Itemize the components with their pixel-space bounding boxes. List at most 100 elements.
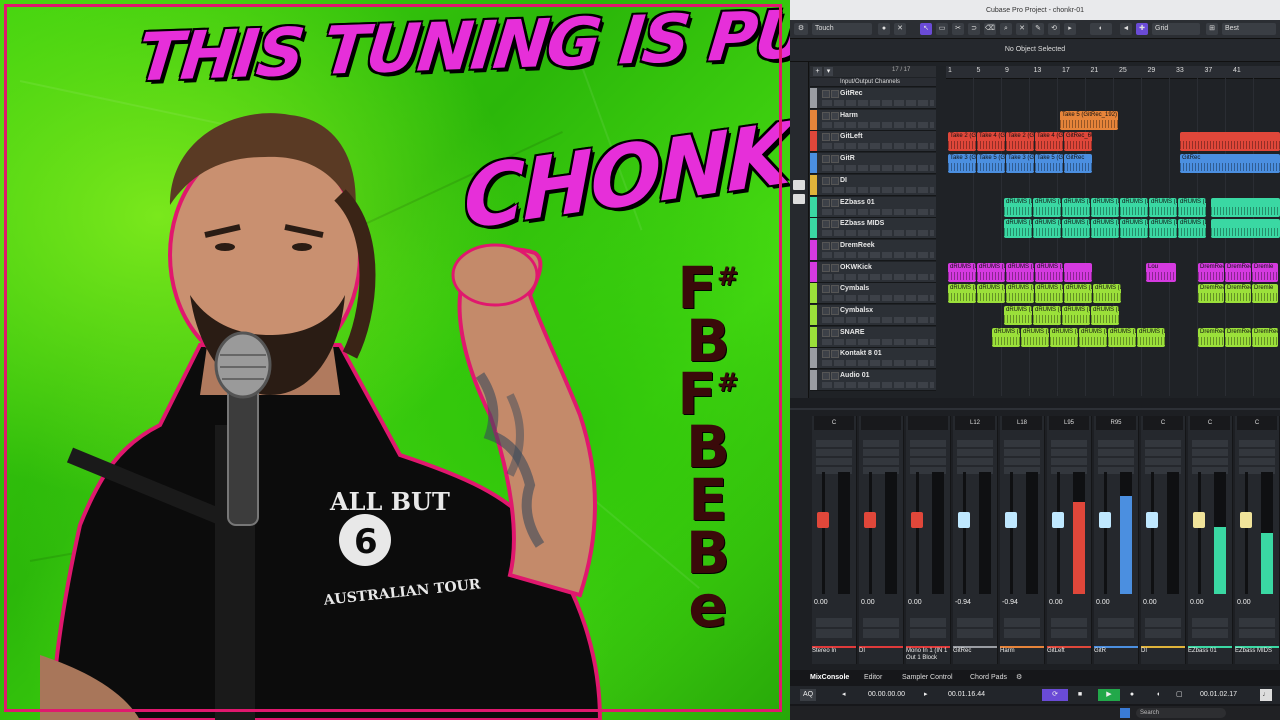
channel-strip[interactable]: C 0.00 EZbass 01 xyxy=(1188,416,1233,664)
channel-strip[interactable]: R95 0.00 GitR xyxy=(1094,416,1139,664)
pan-control[interactable] xyxy=(908,416,948,430)
cycle-button[interactable]: ⟳ xyxy=(1042,689,1068,701)
channel-buttons[interactable] xyxy=(816,616,852,638)
punch-icon[interactable]: ◖ xyxy=(1156,689,1160,701)
solo-button[interactable] xyxy=(831,198,839,207)
channel-buttons[interactable] xyxy=(1192,616,1228,638)
audio-event[interactable]: dRUMS (D) xyxy=(1050,327,1078,347)
volume-value[interactable]: 0.00 xyxy=(1237,599,1277,606)
track-cymbals[interactable]: Cymbals xyxy=(810,283,936,305)
solo-button[interactable] xyxy=(831,241,839,250)
track-controls[interactable] xyxy=(822,143,934,150)
solo-button[interactable] xyxy=(831,220,839,229)
channel-buttons[interactable] xyxy=(957,616,993,638)
fader-handle[interactable] xyxy=(1099,512,1111,528)
tab-sampler-control[interactable]: Sampler Control xyxy=(902,672,953,684)
fader-handle[interactable] xyxy=(958,512,970,528)
audio-event[interactable]: dRUMS (D) xyxy=(1093,284,1121,304)
pan-control[interactable]: L12 xyxy=(955,416,995,430)
audio-event[interactable]: Take 3 (G xyxy=(948,154,976,174)
audio-event[interactable]: Dremle xyxy=(1252,262,1278,282)
fader-handle[interactable] xyxy=(911,512,923,528)
audio-event[interactable]: dRUMS (D) xyxy=(977,284,1005,304)
track-ezbass-01[interactable]: EZbass 01 xyxy=(810,196,936,218)
collapse-icon[interactable]: ▾ xyxy=(824,67,833,76)
snap-icon[interactable]: ✚ xyxy=(1136,23,1148,35)
solo-button[interactable] xyxy=(831,90,839,98)
audio-event[interactable]: dRUMS (D) xyxy=(977,262,1005,282)
audio-event[interactable]: GitRec_60 xyxy=(1064,132,1092,152)
fader-handle[interactable] xyxy=(864,512,876,528)
mute-button[interactable] xyxy=(822,350,830,359)
pan-control[interactable]: C xyxy=(1143,416,1183,430)
zoom-tool-icon[interactable]: ⌕ xyxy=(1000,23,1012,35)
solo-button[interactable] xyxy=(831,176,839,185)
track-cymbalsx[interactable]: Cymbalsx xyxy=(810,305,936,326)
audio-event[interactable]: dRUMS (D) xyxy=(1064,284,1092,304)
audio-event[interactable]: dRUMS (D) xyxy=(1062,219,1090,239)
mute-button[interactable] xyxy=(822,176,830,185)
channel-strip[interactable]: 0.00 DI xyxy=(859,416,904,664)
pointer-tool-icon[interactable]: ↖ xyxy=(920,23,932,35)
pan-control[interactable] xyxy=(861,416,901,430)
stop-button[interactable]: ■ xyxy=(1072,689,1088,701)
channel-strip[interactable]: 0.00 Mono In 1 (IN 1 Out 1 Block xyxy=(906,416,951,664)
audio-event[interactable]: dRUMS (D) xyxy=(1137,327,1165,347)
audio-event[interactable]: dRUMS (D) xyxy=(1033,197,1061,217)
audio-event[interactable]: DremReel xyxy=(1225,327,1251,347)
audio-event[interactable]: dRUMS (D) xyxy=(1091,306,1119,325)
audio-event[interactable]: DremReel xyxy=(1225,262,1251,282)
mute-button[interactable] xyxy=(822,111,830,120)
track-controls[interactable] xyxy=(822,251,934,258)
audio-event[interactable]: dRUMS (D) xyxy=(1178,219,1206,239)
visibility-button[interactable] xyxy=(793,194,805,204)
volume-value[interactable]: 0.00 xyxy=(814,599,854,606)
channel-strip[interactable]: L12 -0.94 GitRec xyxy=(953,416,998,664)
pan-control[interactable]: C xyxy=(1237,416,1277,430)
channel-buttons[interactable] xyxy=(1004,616,1040,638)
volume-value[interactable]: 0.00 xyxy=(1143,599,1183,606)
volume-value[interactable]: 0.00 xyxy=(1096,599,1136,606)
aq-button[interactable]: AQ xyxy=(800,689,816,701)
audio-event[interactable]: dRUMS (D) xyxy=(1004,219,1032,239)
color-tool-icon[interactable]: ◐ xyxy=(1090,23,1112,35)
pan-control[interactable]: L18 xyxy=(1002,416,1042,430)
inspector-button[interactable] xyxy=(793,180,805,190)
track-controls[interactable] xyxy=(822,338,934,345)
tab-editor[interactable]: Editor xyxy=(864,672,882,684)
solo-button[interactable] xyxy=(831,133,839,142)
quantize-icon[interactable]: ⊞ xyxy=(1206,23,1218,35)
track-controls[interactable] xyxy=(822,100,934,106)
channel-strip[interactable]: L95 0.00 GitLeft xyxy=(1047,416,1092,664)
track-controls[interactable] xyxy=(822,360,934,367)
go-to-start-icon[interactable]: ◂ xyxy=(842,689,850,701)
fader-handle[interactable] xyxy=(1005,512,1017,528)
channel-buttons[interactable] xyxy=(1145,616,1181,638)
track-harm[interactable]: Harm xyxy=(810,109,936,131)
event-display[interactable]: Take 5 (GitRec_192) Take 2 (G Take 4 (G Tak… xyxy=(946,78,1280,396)
track-gitr[interactable]: GitR xyxy=(810,153,936,175)
track-controls[interactable] xyxy=(822,208,934,215)
automation-mode-select[interactable]: Touch xyxy=(812,23,872,35)
audio-event[interactable]: dRUMS (D) xyxy=(1091,197,1119,217)
audio-event[interactable] xyxy=(1064,262,1092,282)
audio-event[interactable] xyxy=(1211,219,1280,239)
pan-control[interactable]: L95 xyxy=(1049,416,1089,430)
mute-solo-buttons[interactable] xyxy=(1004,440,1040,474)
audio-event[interactable]: dRUMS (D) xyxy=(948,284,976,304)
channel-strip[interactable]: C 0.00 Stereo In xyxy=(812,416,857,664)
audio-event[interactable]: Take 4 (G xyxy=(977,132,1005,152)
channel-strip[interactable]: L18 -0.94 Harm xyxy=(1000,416,1045,664)
solo-button[interactable] xyxy=(831,328,839,337)
audio-event[interactable]: DremReel xyxy=(1252,327,1278,347)
mute-solo-buttons[interactable] xyxy=(1145,440,1181,474)
mute-button[interactable] xyxy=(822,220,830,229)
split-tool-icon[interactable]: ✂ xyxy=(952,23,964,35)
channel-strip[interactable]: C 0.00 DI xyxy=(1141,416,1186,664)
windows-icon[interactable] xyxy=(1120,708,1130,718)
fader-handle[interactable] xyxy=(817,512,829,528)
track-audio-01[interactable]: Audio 01 xyxy=(810,370,936,392)
audio-event[interactable]: dRUMS (D) xyxy=(1178,197,1206,217)
record-icon[interactable]: ● xyxy=(878,23,890,35)
gear-icon[interactable]: ⚙ xyxy=(794,23,808,35)
